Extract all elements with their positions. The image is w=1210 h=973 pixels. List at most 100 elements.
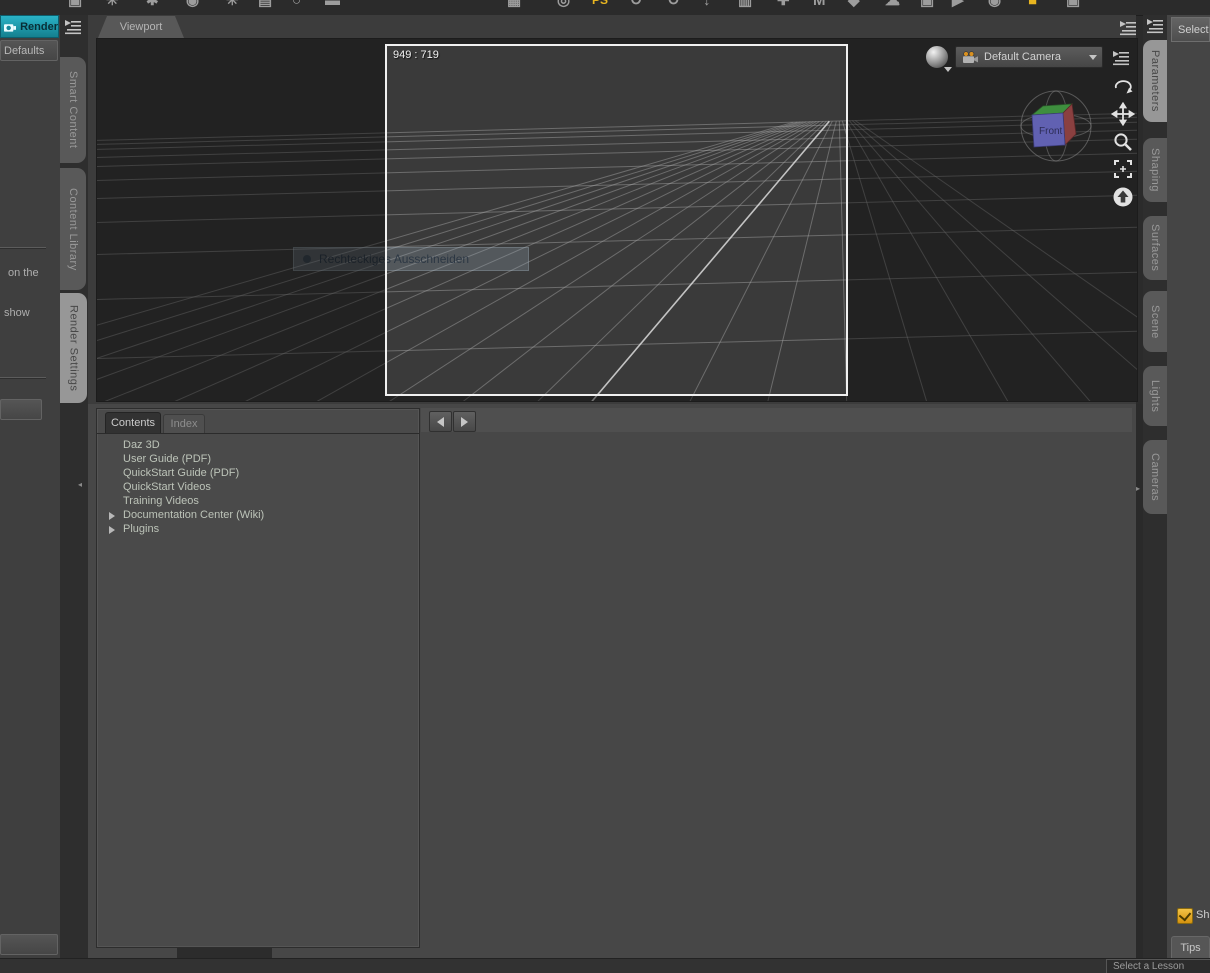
help-tab-contents[interactable]: Contents <box>105 412 161 433</box>
right-tab-scene[interactable]: Scene <box>1143 291 1167 352</box>
tree-item-label: Daz 3D <box>123 439 160 451</box>
burst-icon[interactable]: ✳ <box>226 0 239 8</box>
rotate-ccw-icon[interactable]: ↺ <box>630 0 643 8</box>
pane-menu-icon[interactable] <box>63 17 83 35</box>
tab-label: Scene <box>1149 305 1161 339</box>
frame-selection-icon[interactable] <box>1111 157 1135 181</box>
camera-selector-dropdown[interactable]: Default Camera <box>955 46 1103 68</box>
tab-label: Tips <box>1180 942 1200 954</box>
render-button[interactable]: Render <box>0 15 59 38</box>
right-side-panel <box>1167 15 1210 958</box>
snip-tooltip-icon <box>303 255 311 263</box>
disco-sphere-icon[interactable]: ◉ <box>186 0 199 8</box>
viewport-pane: Viewport <box>88 15 1136 404</box>
right-tab-cameras[interactable]: Cameras <box>1143 440 1167 514</box>
select-a-lesson-bar[interactable]: Select a Lesson <box>1106 959 1210 973</box>
sidebar-bottom-button[interactable] <box>0 934 58 955</box>
right-splitter-strip[interactable]: ▸ <box>1136 404 1143 958</box>
merge-icon[interactable]: M <box>813 0 826 8</box>
sidebar-tab-smart-content[interactable]: Smart Content <box>60 57 86 163</box>
viewport-3d-view[interactable]: Rechteckiges Ausschneiden 949 : 719 Defa… <box>96 38 1138 402</box>
rotate-cw-icon[interactable]: ↻ <box>667 0 680 8</box>
folder-icon[interactable]: ▣ <box>68 0 82 8</box>
right-tab-shaping[interactable]: Shaping <box>1143 138 1167 202</box>
rect-tool-icon[interactable]: ▬ <box>325 0 340 8</box>
diamond-icon[interactable]: ◆ <box>848 0 860 8</box>
sidebar-tab-content-library[interactable]: Content Library <box>60 168 86 290</box>
right-tab-surfaces[interactable]: Surfaces <box>1143 216 1167 280</box>
checkmark-icon <box>1179 909 1192 922</box>
duplicate-node-icon[interactable]: ▤ <box>258 0 272 8</box>
select-button[interactable]: Select <box>1171 17 1210 42</box>
camera-icon[interactable]: ▣ <box>1066 0 1080 8</box>
camera-selector-value: Default Camera <box>984 51 1084 63</box>
cloud-icon[interactable]: ☁ <box>885 0 900 8</box>
tree-item-daz3d[interactable]: Daz 3D <box>97 439 419 453</box>
zoom-camera-icon[interactable] <box>1111 130 1135 154</box>
hand-tool-icon[interactable]: ✚ <box>777 0 790 8</box>
cursor-tool-icon[interactable]: ▶ <box>952 0 964 8</box>
pane-menu-icon[interactable] <box>1145 16 1165 34</box>
spray-icon[interactable]: ○ <box>292 0 301 8</box>
help-contents-panel: Contents Index Daz 3D User Guide (PDF) Q… <box>96 408 420 948</box>
lesson-bar-label: Select a Lesson <box>1113 961 1184 972</box>
tree-item-documentation-center[interactable]: Documentation Center (Wiki) <box>97 509 419 523</box>
spotlight-icon[interactable]: ✳ <box>106 0 119 8</box>
daz-studio-window: ▣ ✳ ✱ ◉ ✳ ▤ ○ ▬ ▦ ◎ PS ↺ ↻ ↓ ▥ ✚ M ◆ ☁ ▣… <box>0 0 1210 973</box>
tree-item-training-videos[interactable]: Training Videos <box>97 495 419 509</box>
tab-divider <box>97 433 419 434</box>
grid-icon[interactable]: ▦ <box>507 0 521 8</box>
render-resolution-label: 949 : 719 <box>393 49 439 61</box>
sidebar-text-fragment: show <box>4 307 30 319</box>
tree-item-label: User Guide (PDF) <box>123 453 211 465</box>
left-sidebar-panel: Render Defaults on the show <box>0 15 60 958</box>
copy-icon[interactable]: ▥ <box>738 0 752 8</box>
circle-arrow-icon[interactable]: ◎ <box>557 0 570 8</box>
right-tab-strip: Parameters Shaping Surfaces Scene Lights… <box>1143 15 1167 958</box>
defaults-button-label: Defaults <box>1 45 44 57</box>
tree-item-label: Plugins <box>123 523 159 535</box>
point-light-icon[interactable]: ✱ <box>146 0 159 8</box>
viewport-pane-menu-icon[interactable] <box>1118 18 1138 36</box>
draw-style-ball-icon[interactable] <box>925 45 949 69</box>
sidebar-tab-render-settings[interactable]: Render Settings <box>60 293 87 403</box>
right-tab-lights[interactable]: Lights <box>1143 366 1167 426</box>
tree-item-quickstart-videos[interactable]: QuickStart Videos <box>97 481 419 495</box>
camera-dropdown-arrow-icon <box>1089 55 1097 60</box>
render-camera-icon[interactable]: ▣ <box>920 0 934 8</box>
tab-label: Shaping <box>1149 148 1161 192</box>
viewport-options-menu-icon[interactable] <box>1111 48 1131 66</box>
download-arrow-icon[interactable]: ↓ <box>703 0 711 8</box>
draw-style-dropdown-arrow-icon[interactable] <box>944 67 952 72</box>
tab-label: Render Settings <box>68 305 80 391</box>
tips-tab[interactable]: Tips <box>1171 936 1210 958</box>
expander-icon[interactable] <box>109 526 115 534</box>
show-tips-checkbox[interactable] <box>1177 908 1193 924</box>
splitter-collapse-handle[interactable]: ◂ <box>78 480 82 489</box>
tab-label: Content Library <box>67 188 79 271</box>
reset-camera-home-icon[interactable] <box>1111 185 1135 209</box>
expander-icon[interactable] <box>109 512 115 520</box>
photoshop-bridge-icon[interactable]: PS <box>592 0 608 8</box>
viewport-tab[interactable]: Viewport <box>98 16 184 38</box>
view-cube-gizmo[interactable]: Front <box>1017 89 1095 163</box>
defaults-button[interactable]: Defaults <box>0 40 58 61</box>
sphere-view-icon[interactable]: ◉ <box>988 0 1001 8</box>
right-tab-parameters[interactable]: Parameters <box>1143 40 1167 122</box>
tab-label: Index <box>171 418 198 430</box>
pan-camera-icon[interactable] <box>1111 102 1135 126</box>
panel-dark-gap <box>177 948 272 958</box>
help-forward-button[interactable] <box>453 411 476 432</box>
help-tab-index[interactable]: Index <box>163 414 205 433</box>
active-tool-icon[interactable]: ■ <box>1028 0 1037 8</box>
tree-item-quickstart-guide[interactable]: QuickStart Guide (PDF) <box>97 467 419 481</box>
splitter-collapse-handle[interactable]: ▸ <box>1136 484 1140 493</box>
help-back-button[interactable] <box>429 411 452 432</box>
sidebar-partial-button[interactable] <box>0 399 42 420</box>
tree-item-plugins[interactable]: Plugins <box>97 523 419 537</box>
tree-item-label: Documentation Center (Wiki) <box>123 509 264 521</box>
orbit-camera-icon[interactable] <box>1111 74 1135 98</box>
render-button-label: Render <box>20 21 58 33</box>
tab-label: Parameters <box>1149 50 1161 112</box>
tree-item-user-guide[interactable]: User Guide (PDF) <box>97 453 419 467</box>
